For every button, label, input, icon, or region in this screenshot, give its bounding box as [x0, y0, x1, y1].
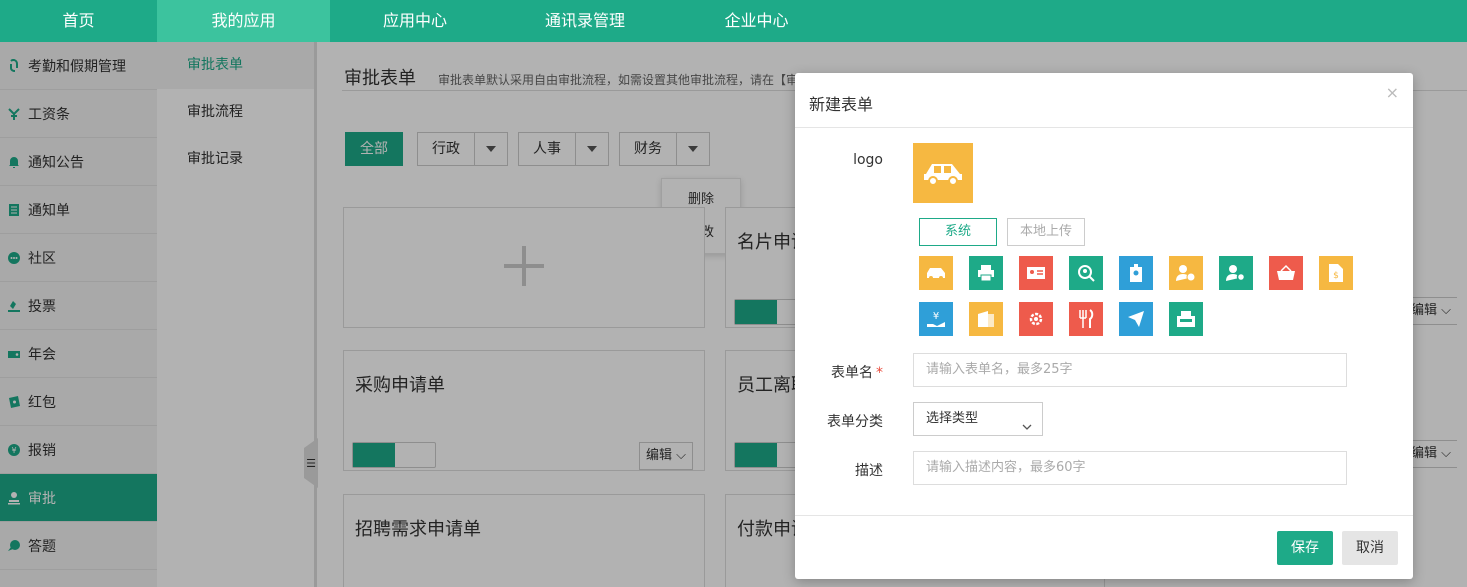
icon-picker-grid: $ ¥: [919, 256, 1369, 348]
local-upload-button[interactable]: 本地上传: [1007, 218, 1085, 246]
car-icon[interactable]: [919, 256, 953, 290]
dialog-header-divider: [795, 127, 1413, 128]
form-name-label: 表单名 *: [803, 362, 883, 382]
nav-contacts[interactable]: 通讯录管理: [500, 0, 670, 42]
save-button[interactable]: 保存: [1277, 531, 1333, 565]
dialog-title: 新建表单: [809, 95, 874, 114]
form-name-label-text: 表单名: [831, 365, 873, 381]
system-icons-button[interactable]: 系统: [919, 218, 997, 246]
user-gear-icon[interactable]: [1219, 256, 1253, 290]
nav-app-center[interactable]: 应用中心: [330, 0, 500, 42]
form-name-input[interactable]: 请输入表单名，最多25字: [913, 353, 1347, 387]
printer-icon[interactable]: [969, 256, 1003, 290]
airplane-icon[interactable]: [1119, 302, 1153, 336]
svg-text:$: $: [1333, 271, 1339, 281]
document-money-icon[interactable]: $: [1319, 256, 1353, 290]
hand-yuan-icon[interactable]: ¥: [919, 302, 953, 336]
description-input[interactable]: 请输入描述内容，最多60字: [913, 451, 1347, 485]
gear-icon[interactable]: [1019, 302, 1053, 336]
fork-knife-icon[interactable]: [1069, 302, 1103, 336]
basket-icon[interactable]: [1269, 256, 1303, 290]
cash-register-icon[interactable]: [1169, 302, 1203, 336]
chevron-down-icon: [1022, 413, 1032, 445]
user-money-icon[interactable]: [1169, 256, 1203, 290]
search-person-icon[interactable]: [1069, 256, 1103, 290]
top-nav: 首页 我的应用 应用中心 通讯录管理 企业中心: [0, 0, 1467, 42]
form-category-value: 选择类型: [926, 411, 979, 426]
form-category-select[interactable]: 选择类型: [913, 402, 1043, 436]
logo-preview: [913, 143, 973, 203]
badge-icon[interactable]: [1119, 256, 1153, 290]
car-icon: [924, 164, 962, 186]
description-label: 描述: [855, 463, 883, 479]
id-card-icon[interactable]: [1019, 256, 1053, 290]
nav-enterprise[interactable]: 企业中心: [670, 0, 843, 42]
required-asterisk: *: [876, 365, 883, 381]
svg-text:¥: ¥: [933, 311, 939, 322]
new-form-dialog: 新建表单 × logo 系统 本地上传 $ ¥ 表单名 * 请输入表单名，最多25…: [795, 73, 1413, 579]
cancel-button[interactable]: 取消: [1342, 531, 1398, 565]
logo-label: logo: [853, 152, 883, 168]
dialog-footer-divider: [795, 515, 1413, 516]
nav-my-apps[interactable]: 我的应用: [157, 0, 330, 42]
close-icon[interactable]: ×: [1386, 83, 1399, 102]
form-category-label: 表单分类: [827, 414, 883, 430]
nav-home[interactable]: 首页: [0, 0, 157, 42]
folder-icon[interactable]: [969, 302, 1003, 336]
